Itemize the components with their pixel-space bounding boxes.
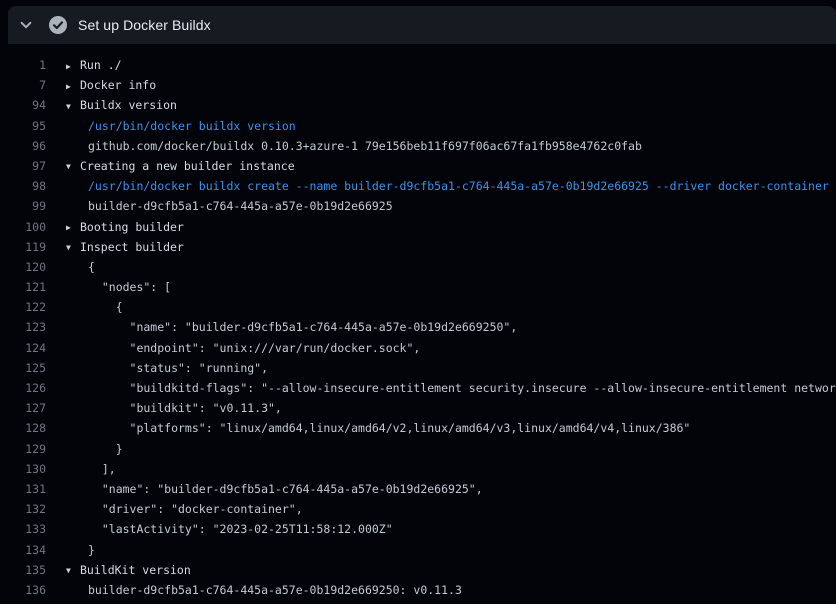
log-text: } (88, 442, 123, 456)
log-text: ], (88, 462, 116, 476)
group-expanded-marker-icon[interactable]: ▼ (66, 97, 80, 116)
line-number[interactable]: 95 (0, 116, 46, 136)
log-text: Creating a new builder instance (80, 159, 295, 173)
step-header[interactable]: Set up Docker Buildx (8, 6, 836, 44)
log-text: builder-d9cfb5a1-c764-445a-a57e-0b19d2e6… (88, 199, 393, 213)
log-text: Inspect builder (80, 240, 184, 254)
log-text: "nodes": [ (88, 280, 171, 294)
log-text: "name": "builder-d9cfb5a1-c764-445a-a57e… (88, 482, 483, 496)
line-number[interactable]: 1 (0, 55, 46, 75)
line-number[interactable]: 130 (0, 459, 46, 479)
log-line-97[interactable]: 97 ▼Creating a new builder instance (0, 156, 836, 176)
check-circle-icon (48, 15, 68, 35)
log-line-121: 121 "nodes": [ (0, 277, 836, 297)
log-text: BuildKit version (80, 563, 191, 577)
line-number[interactable]: 94 (0, 95, 46, 115)
log-line-126: 126 "buildkitd-flags": "--allow-insecure… (0, 378, 836, 398)
log-text: Run ./ (80, 58, 122, 72)
log-line-134: 134} (0, 540, 836, 560)
log-text: "platforms": "linux/amd64,linux/amd64/v2… (88, 421, 690, 435)
log-text: "endpoint": "unix:///var/run/docker.sock… (88, 341, 420, 355)
line-number[interactable]: 132 (0, 499, 46, 519)
line-number[interactable]: 125 (0, 358, 46, 378)
log-line-132: 132 "driver": "docker-container", (0, 499, 836, 519)
log-text: "buildkit": "v0.11.3", (88, 401, 282, 415)
line-number[interactable]: 127 (0, 398, 46, 418)
log-line-100[interactable]: 100 ▶Booting builder (0, 217, 836, 237)
log-text: } (88, 543, 95, 557)
group-collapsed-marker-icon[interactable]: ▶ (66, 218, 80, 237)
log-line-120: 120 { (0, 257, 836, 277)
log-line-7[interactable]: 7 ▶Docker info (0, 75, 836, 95)
line-number[interactable]: 133 (0, 519, 46, 539)
log-text: "status": "running", (88, 361, 268, 375)
line-number[interactable]: 120 (0, 257, 46, 277)
log-line-131: 131 "name": "builder-d9cfb5a1-c764-445a-… (0, 479, 836, 499)
log-line-130: 130 ], (0, 459, 836, 479)
group-collapsed-marker-icon[interactable]: ▶ (66, 57, 80, 76)
line-number[interactable]: 136 (0, 580, 46, 600)
log-text: Docker info (80, 78, 156, 92)
group-collapsed-marker-icon[interactable]: ▶ (66, 77, 80, 96)
line-number[interactable]: 134 (0, 540, 46, 560)
log-text: builder-d9cfb5a1-c764-445a-a57e-0b19d2e6… (88, 583, 462, 597)
log-line-127: 127 "buildkit": "v0.11.3", (0, 398, 836, 418)
log-line-124: 124 "endpoint": "unix:///var/run/docker.… (0, 338, 836, 358)
log-text: Booting builder (80, 220, 184, 234)
line-number[interactable]: 96 (0, 136, 46, 156)
log-line-133: 133 "lastActivity": "2023-02-25T11:58:12… (0, 519, 836, 539)
line-number[interactable]: 122 (0, 297, 46, 317)
log-line-94[interactable]: 94 ▼Buildx version (0, 95, 836, 115)
log-text: /usr/bin/docker buildx create --name bui… (88, 179, 829, 193)
line-number[interactable]: 100 (0, 217, 46, 237)
line-number[interactable]: 123 (0, 317, 46, 337)
log-text: "driver": "docker-container", (88, 502, 303, 516)
line-number[interactable]: 135 (0, 560, 46, 580)
line-number[interactable]: 131 (0, 479, 46, 499)
log-line-99: 99 builder-d9cfb5a1-c764-445a-a57e-0b19d2… (0, 196, 836, 216)
log-line-123: 123 "name": "builder-d9cfb5a1-c764-445a-… (0, 317, 836, 337)
group-expanded-marker-icon[interactable]: ▼ (66, 238, 80, 257)
log-text: "name": "builder-d9cfb5a1-c764-445a-a57e… (88, 320, 517, 334)
line-number[interactable]: 128 (0, 418, 46, 438)
line-number[interactable]: 97 (0, 156, 46, 176)
log-line-98: 98/usr/bin/docker buildx create --name b… (0, 176, 836, 196)
log-line-125: 125 "status": "running", (0, 358, 836, 378)
log-line-128: 128 "platforms": "linux/amd64,linux/amd6… (0, 418, 836, 438)
log-text: "buildkitd-flags": "--allow-insecure-ent… (88, 381, 836, 395)
line-number[interactable]: 7 (0, 75, 46, 95)
line-number[interactable]: 99 (0, 196, 46, 216)
log-viewer: 1▶Run ./7▶Docker info94▼Buildx version95… (0, 55, 836, 604)
log-line-119[interactable]: 119 ▼Inspect builder (0, 237, 836, 257)
log-line-129: 129 } (0, 439, 836, 459)
line-number[interactable]: 119 (0, 237, 46, 257)
log-text: { (88, 260, 95, 274)
line-number[interactable]: 98 (0, 176, 46, 196)
log-text: { (88, 300, 123, 314)
log-line-135[interactable]: 135 ▼BuildKit version (0, 560, 836, 580)
log-text: github.com/docker/buildx 0.10.3+azure-1 … (88, 139, 642, 153)
step-title: Set up Docker Buildx (78, 17, 211, 33)
log-line-1[interactable]: 1 ▶Run ./ (0, 55, 836, 75)
log-line-95: 95/usr/bin/docker buildx version (0, 116, 836, 136)
line-number[interactable]: 124 (0, 338, 46, 358)
log-line-122: 122 { (0, 297, 836, 317)
log-text: "lastActivity": "2023-02-25T11:58:12.000… (88, 522, 393, 536)
group-expanded-marker-icon[interactable]: ▼ (66, 157, 80, 176)
chevron-down-icon[interactable] (16, 15, 36, 35)
log-line-96: 96 github.com/docker/buildx 0.10.3+azure-… (0, 136, 836, 156)
log-line-136: 136 builder-d9cfb5a1-c764-445a-a57e-0b19d… (0, 580, 836, 600)
line-number[interactable]: 121 (0, 277, 46, 297)
log-text: Buildx version (80, 98, 177, 112)
group-expanded-marker-icon[interactable]: ▼ (66, 561, 80, 580)
log-text: /usr/bin/docker buildx version (88, 119, 296, 133)
line-number[interactable]: 129 (0, 439, 46, 459)
line-number[interactable]: 126 (0, 378, 46, 398)
